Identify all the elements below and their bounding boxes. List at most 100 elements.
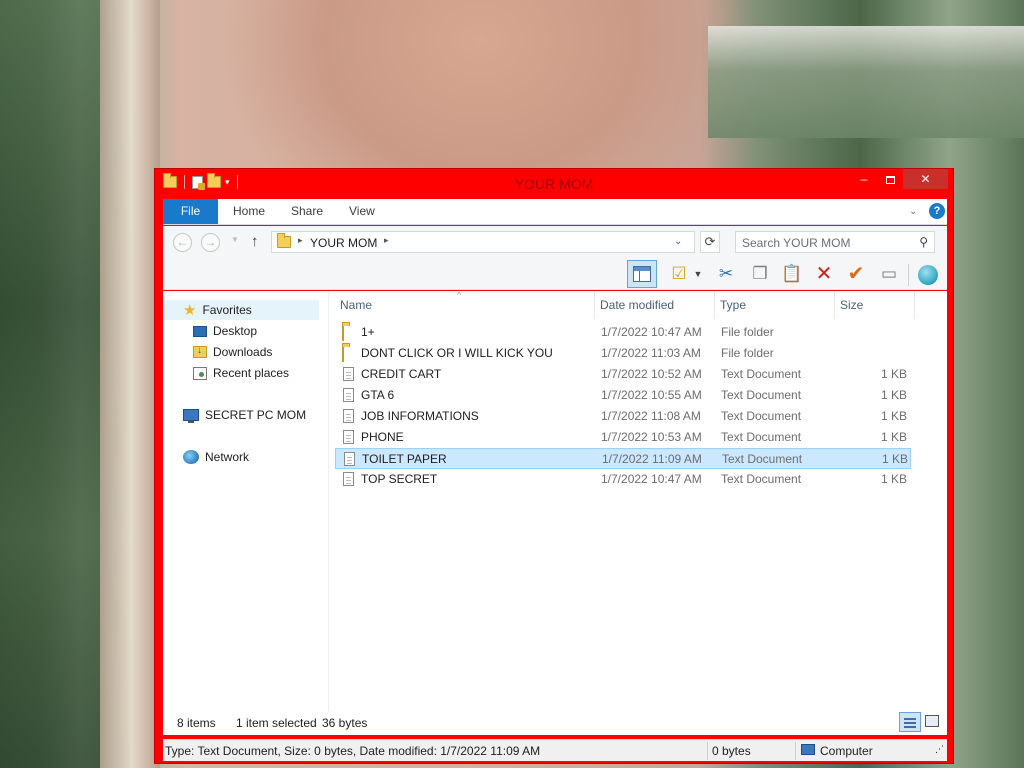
file-name: TOP SECRET	[361, 472, 438, 486]
table-row[interactable]: TOP SECRET 1/7/2022 10:47 AM Text Document…	[335, 469, 911, 490]
column-header-label: Size	[840, 298, 864, 312]
layout-icon	[633, 266, 651, 282]
command-toolbar: ☑ ▼ ✂ ❐ 📋 ✕ ✔ ▭	[163, 258, 947, 290]
text-file-icon	[343, 430, 354, 444]
details-line	[904, 718, 916, 720]
large-icons-view-button[interactable]	[925, 715, 939, 727]
file-name: 1+	[361, 325, 375, 339]
minimize-button[interactable]: ‒	[851, 169, 877, 189]
maximize-button[interactable]	[877, 169, 903, 189]
address-bar[interactable]: ▸ YOUR MOM ▸ ⌄	[271, 231, 695, 253]
cut-icon[interactable]: ✂	[714, 262, 738, 286]
maximize-icon	[885, 175, 895, 184]
breadcrumb-separator-icon[interactable]: ▸	[298, 235, 303, 246]
globe-icon[interactable]	[915, 262, 941, 286]
folder-icon	[342, 346, 344, 362]
file-type: File folder	[721, 325, 774, 339]
breadcrumb-separator-icon[interactable]: ▸	[384, 235, 389, 246]
file-type: File folder	[721, 346, 774, 360]
recent-locations-chevron-icon[interactable]: ▼	[231, 235, 239, 244]
table-row[interactable]: JOB INFORMATIONS 1/7/2022 11:08 AM Text Do…	[335, 406, 911, 427]
table-row[interactable]: CREDIT CART 1/7/2022 10:52 AM Text Documen…	[335, 364, 911, 385]
file-type: Text Document	[721, 409, 802, 423]
select-dropdown-chevron-icon[interactable]: ▼	[691, 262, 705, 286]
table-row[interactable]: DONT CLICK OR I WILL KICK YOU 1/7/2022 11…	[335, 343, 911, 364]
address-history-chevron-icon[interactable]: ⌄	[674, 236, 682, 247]
selection-size: 36 bytes	[322, 716, 368, 730]
folder-icon	[342, 325, 344, 341]
checkmark-icon[interactable]: ✔	[844, 262, 868, 286]
file-type: Text Document	[722, 452, 803, 466]
navigation-bar: ← → ▼ ↑ ▸ YOUR MOM ▸ ⌄ ⟳ Search YOUR MOM…	[163, 226, 947, 258]
table-row[interactable]: GTA 6 1/7/2022 10:55 AM Text Document 1 KB	[335, 385, 911, 406]
resize-grip-icon[interactable]: ⋰	[935, 744, 944, 759]
preview-pane-button[interactable]	[627, 260, 657, 288]
file-type: Text Document	[721, 388, 802, 402]
back-button[interactable]: ←	[173, 233, 192, 252]
file-name: JOB INFORMATIONS	[361, 409, 479, 423]
ribbon-tabs: File Home Share View ⌄ ?	[163, 199, 947, 225]
copy-icon[interactable]: ❐	[748, 262, 772, 286]
sidebar-item-desktop[interactable]: Desktop	[193, 321, 257, 341]
file-size: 1 KB	[880, 472, 907, 486]
forward-button[interactable]: →	[201, 233, 220, 252]
details-view-button[interactable]	[899, 712, 921, 732]
details-line	[904, 722, 916, 724]
tab-view[interactable]: View	[349, 199, 375, 224]
file-name: PHONE	[361, 430, 404, 444]
table-row[interactable]: PHONE 1/7/2022 10:53 AM Text Document 1 KB	[335, 427, 911, 448]
navigation-pane: ★ Favorites Desktop Downloads Recent pla…	[163, 291, 329, 711]
table-row[interactable]: 1+ 1/7/2022 10:47 AM File folder	[335, 322, 911, 343]
sidebar-item-favorites[interactable]: ★ Favorites	[163, 300, 319, 320]
window-title: YOUR MOM	[514, 176, 594, 192]
statusbar-divider	[707, 742, 708, 760]
folder-icon	[277, 233, 291, 248]
search-input[interactable]: Search YOUR MOM ⚲	[735, 231, 935, 253]
sidebar-item-label: SECRET PC MOM	[205, 408, 307, 422]
content-area: ★ Favorites Desktop Downloads Recent pla…	[163, 290, 947, 735]
network-icon	[183, 450, 199, 464]
sidebar-item-downloads[interactable]: Downloads	[193, 342, 272, 362]
file-date-modified: 1/7/2022 10:53 AM	[601, 430, 702, 444]
column-header-type[interactable]: Type	[715, 291, 835, 319]
close-button[interactable]: ✕	[903, 169, 948, 189]
file-date-modified: 1/7/2022 10:47 AM	[601, 325, 702, 339]
expand-ribbon-chevron-icon[interactable]: ⌄	[909, 206, 917, 217]
column-header-label: Type	[720, 298, 747, 312]
file-size: 1 KB	[880, 388, 907, 402]
file-type: Text Document	[721, 430, 802, 444]
help-icon[interactable]: ?	[929, 203, 945, 219]
up-button[interactable]: ↑	[251, 233, 259, 250]
tab-file[interactable]: File	[163, 199, 218, 224]
file-size: 1 KB	[880, 430, 907, 444]
breadcrumb[interactable]: YOUR MOM	[310, 236, 377, 250]
file-date-modified: 1/7/2022 10:55 AM	[601, 388, 702, 402]
file-name: CREDIT CART	[361, 367, 442, 381]
refresh-button[interactable]: ⟳	[700, 231, 720, 253]
text-file-icon	[344, 452, 355, 466]
column-header-label: Date modified	[600, 298, 675, 312]
column-header-size[interactable]: Size	[835, 291, 915, 319]
search-icon[interactable]: ⚲	[919, 235, 928, 249]
file-type: Text Document	[721, 472, 802, 486]
location-text: Computer	[820, 744, 873, 758]
sidebar-item-recent-places[interactable]: Recent places	[193, 363, 289, 383]
table-row[interactable]: TOILET PAPER 1/7/2022 11:09 AM Text Docume…	[335, 448, 911, 469]
background-trunk	[100, 0, 160, 768]
star-icon: ★	[183, 301, 197, 319]
sidebar-item-computer[interactable]: SECRET PC MOM	[183, 405, 306, 425]
paste-icon[interactable]: 📋	[780, 262, 804, 286]
text-file-icon	[343, 367, 354, 381]
title-bar[interactable]: ▾ YOUR MOM ‒ ✕	[155, 169, 953, 199]
delete-icon[interactable]: ✕	[812, 262, 836, 286]
sort-ascending-icon: ^	[457, 290, 462, 300]
tab-home[interactable]: Home	[233, 199, 265, 224]
tab-share[interactable]: Share	[291, 199, 323, 224]
sidebar-item-label: Recent places	[213, 366, 290, 380]
column-header-date-modified[interactable]: Date modified	[595, 291, 715, 319]
rename-icon[interactable]: ▭	[877, 262, 901, 286]
select-checkbox-icon[interactable]: ☑	[667, 262, 691, 286]
sidebar-item-network[interactable]: Network	[183, 447, 249, 467]
sidebar-item-label: Favorites	[202, 303, 252, 317]
column-header-name[interactable]: Name ^	[335, 290, 595, 319]
